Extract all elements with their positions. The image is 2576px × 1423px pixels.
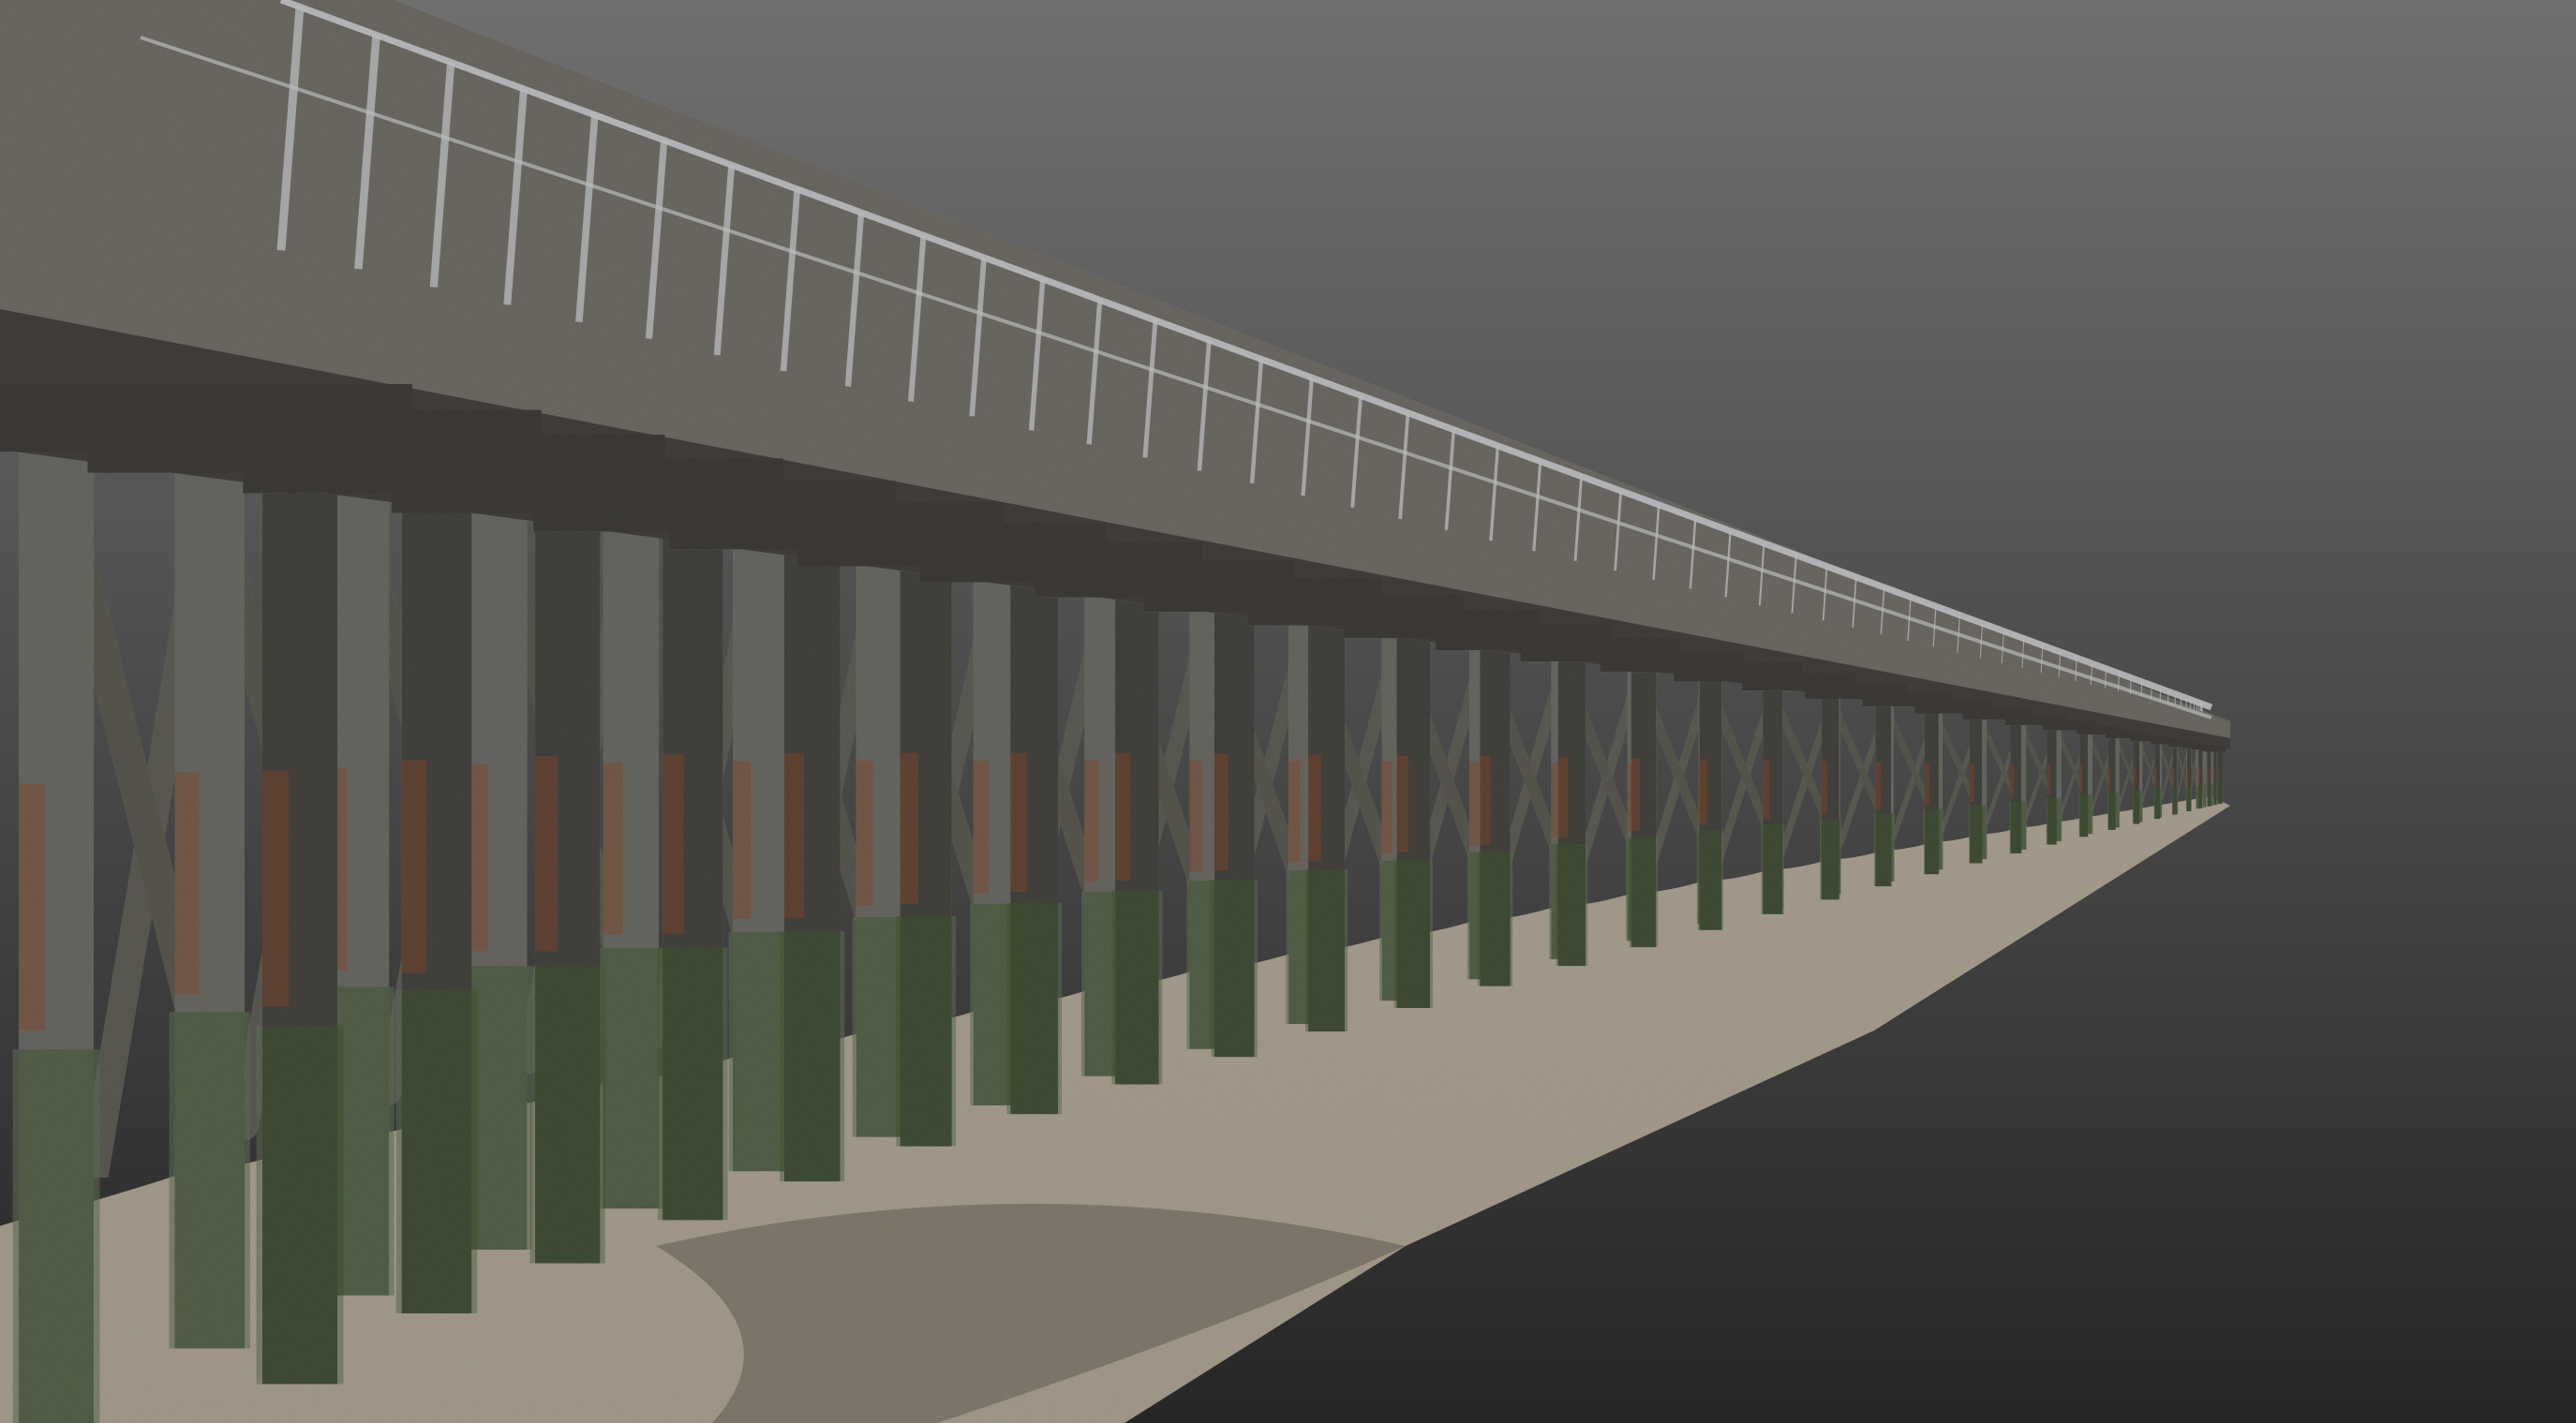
rust-stain xyxy=(19,784,45,1030)
rust-stain xyxy=(1924,763,1930,807)
rust-stain xyxy=(2172,767,2175,786)
rust-stain xyxy=(1480,756,1491,845)
algae-band xyxy=(1873,813,1893,887)
rust-stain xyxy=(2186,767,2189,785)
rust-stain xyxy=(1699,759,1707,825)
rust-stain xyxy=(2107,765,2111,792)
rust-stain xyxy=(2133,766,2136,789)
rust-stain xyxy=(1630,758,1641,832)
rust-stain xyxy=(1875,762,1882,810)
rust-stain xyxy=(1763,760,1770,820)
rust-stain xyxy=(783,753,804,918)
point-cloud-viewport[interactable] xyxy=(0,0,2576,1423)
rust-stain xyxy=(2154,766,2157,788)
rust-stain xyxy=(2079,765,2083,793)
rust-stain xyxy=(174,772,200,995)
rust-stain xyxy=(2010,763,2015,799)
algae-band xyxy=(1111,890,1163,1085)
rust-stain xyxy=(1010,752,1028,892)
rust-stain xyxy=(1288,761,1301,863)
algae-band xyxy=(657,947,728,1221)
rust-stain xyxy=(603,763,623,935)
rust-stain xyxy=(2047,764,2051,796)
rust-stain xyxy=(733,761,752,920)
algae-band xyxy=(2207,783,2211,807)
rust-stain xyxy=(1557,757,1569,838)
algae-band xyxy=(728,931,789,1172)
rust-stain xyxy=(1115,753,1131,882)
algae-band xyxy=(1629,837,1659,948)
algae-band xyxy=(2153,788,2161,820)
algae-band xyxy=(529,967,605,1264)
railing-post xyxy=(2140,681,2143,697)
algae-band xyxy=(1556,843,1588,967)
rust-stain xyxy=(1084,760,1099,882)
rust-stain xyxy=(2213,768,2215,783)
algae-band xyxy=(1968,805,1984,864)
algae-band xyxy=(2202,784,2207,808)
rust-stain xyxy=(2217,768,2219,782)
rust-stain xyxy=(1469,762,1480,846)
algae-band xyxy=(1305,869,1348,1032)
rust-stain xyxy=(900,752,918,905)
rust-stain xyxy=(1189,761,1203,872)
algae-band xyxy=(2197,784,2203,808)
algae-band xyxy=(12,1049,100,1423)
rust-stain xyxy=(1381,761,1392,854)
pile-cap xyxy=(2206,747,2226,752)
algae-band xyxy=(169,1011,250,1349)
algae-band xyxy=(1211,880,1258,1058)
rust-stain xyxy=(1214,753,1228,871)
algae-band xyxy=(1923,808,1940,875)
algae-band xyxy=(1477,852,1513,986)
algae-band xyxy=(2212,783,2217,806)
algae-band xyxy=(2171,787,2178,815)
rust-stain xyxy=(2198,767,2200,784)
rust-stain xyxy=(1970,763,1974,803)
rust-stain xyxy=(401,760,426,973)
algae-band xyxy=(2132,790,2140,824)
algae-band xyxy=(1697,830,1724,930)
algae-band xyxy=(2078,794,2089,837)
rust-stain xyxy=(973,760,990,894)
algae-band xyxy=(2046,797,2058,845)
algae-band xyxy=(2217,782,2221,805)
algae-band xyxy=(256,1025,344,1385)
rust-stain xyxy=(856,761,873,906)
algae-band xyxy=(598,947,663,1209)
algae-band xyxy=(1820,818,1840,900)
algae-band xyxy=(2009,801,2022,853)
rust-stain xyxy=(1396,755,1408,853)
rust-stain xyxy=(1308,754,1321,862)
pier-point-cloud-scene xyxy=(0,0,2576,1423)
rust-stain xyxy=(2196,768,2197,785)
algae-band xyxy=(1393,860,1433,1008)
rust-stain xyxy=(2207,767,2209,783)
algae-band xyxy=(2107,793,2117,830)
algae-band xyxy=(1006,902,1063,1115)
rust-stain xyxy=(663,754,684,934)
algae-band xyxy=(896,916,957,1147)
rust-stain xyxy=(262,770,289,1007)
rust-stain xyxy=(2202,768,2205,784)
algae-band xyxy=(780,930,845,1182)
algae-band xyxy=(1761,823,1784,914)
algae-band xyxy=(2186,785,2192,811)
algae-band xyxy=(395,989,478,1313)
rust-stain xyxy=(1821,761,1828,815)
rust-stain xyxy=(535,756,558,952)
